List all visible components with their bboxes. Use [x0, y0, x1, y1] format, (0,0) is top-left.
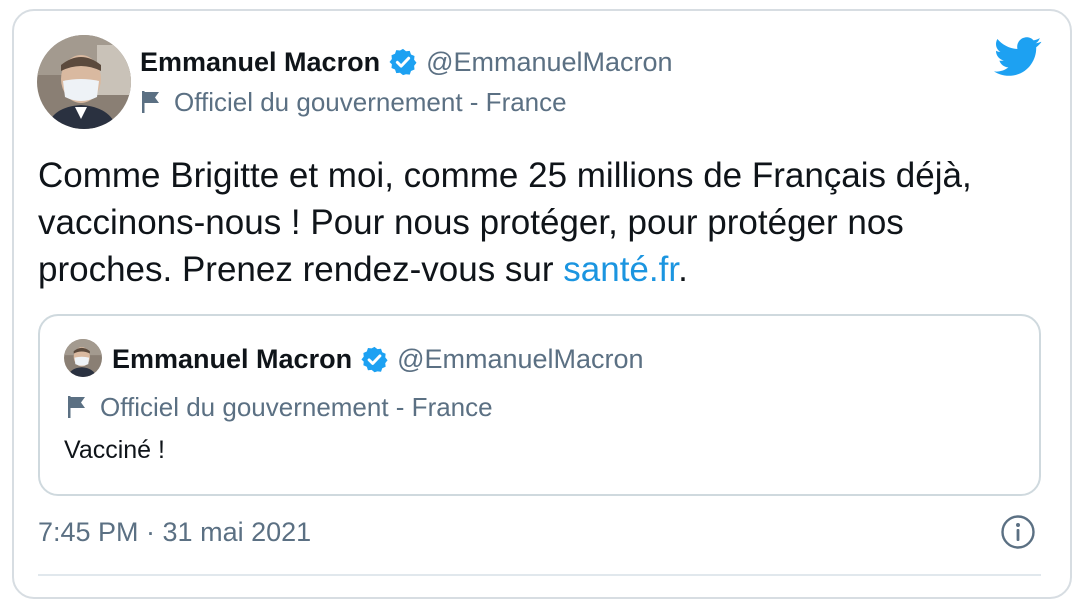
- tweet-timestamp[interactable]: 7:45 PM · 31 mai 2021: [38, 512, 311, 552]
- government-label: Officiel du gouvernement - France: [174, 86, 567, 117]
- quoted-flag-icon: [68, 396, 85, 418]
- quoted-author-label-row: Officiel du gouvernement - France: [66, 388, 493, 426]
- twitter-bird-icon[interactable]: [994, 36, 1042, 78]
- author-label-row: Officiel du gouvernement - France: [140, 82, 567, 122]
- quoted-author-handle: @EmmanuelMacron: [397, 343, 644, 374]
- tweet-text: Comme Brigitte et moi, comme 25 millions…: [38, 152, 1038, 293]
- quoted-author-avatar: [64, 339, 102, 377]
- info-icon[interactable]: [1000, 514, 1036, 550]
- quoted-tweet[interactable]: Emmanuel Macron @EmmanuelMacron Officiel…: [38, 314, 1041, 496]
- page-background: Emmanuel Macron @EmmanuelMacron Officiel…: [0, 0, 1080, 599]
- divider: [38, 574, 1041, 576]
- tweet-text-end: .: [678, 250, 688, 289]
- quoted-government-label: Officiel du gouvernement - France: [100, 391, 493, 422]
- sante-link[interactable]: santé.fr: [563, 250, 678, 289]
- quoted-author-name-row: Emmanuel Macron @EmmanuelMacron: [112, 338, 644, 380]
- quoted-tweet-text: Vacciné !: [64, 436, 165, 464]
- tweet-text-body: Comme Brigitte et moi, comme 25 millions…: [38, 156, 972, 289]
- author-name-row: Emmanuel Macron @EmmanuelMacron: [140, 40, 673, 84]
- author-avatar[interactable]: [37, 35, 131, 129]
- quoted-author-display-name: Emmanuel Macron: [112, 343, 353, 374]
- author-display-name[interactable]: Emmanuel Macron: [140, 47, 380, 78]
- flag-icon: [142, 91, 159, 113]
- verified-badge-icon: [389, 48, 417, 76]
- quoted-verified-badge-icon: [361, 346, 388, 372]
- author-handle[interactable]: @EmmanuelMacron: [426, 47, 673, 78]
